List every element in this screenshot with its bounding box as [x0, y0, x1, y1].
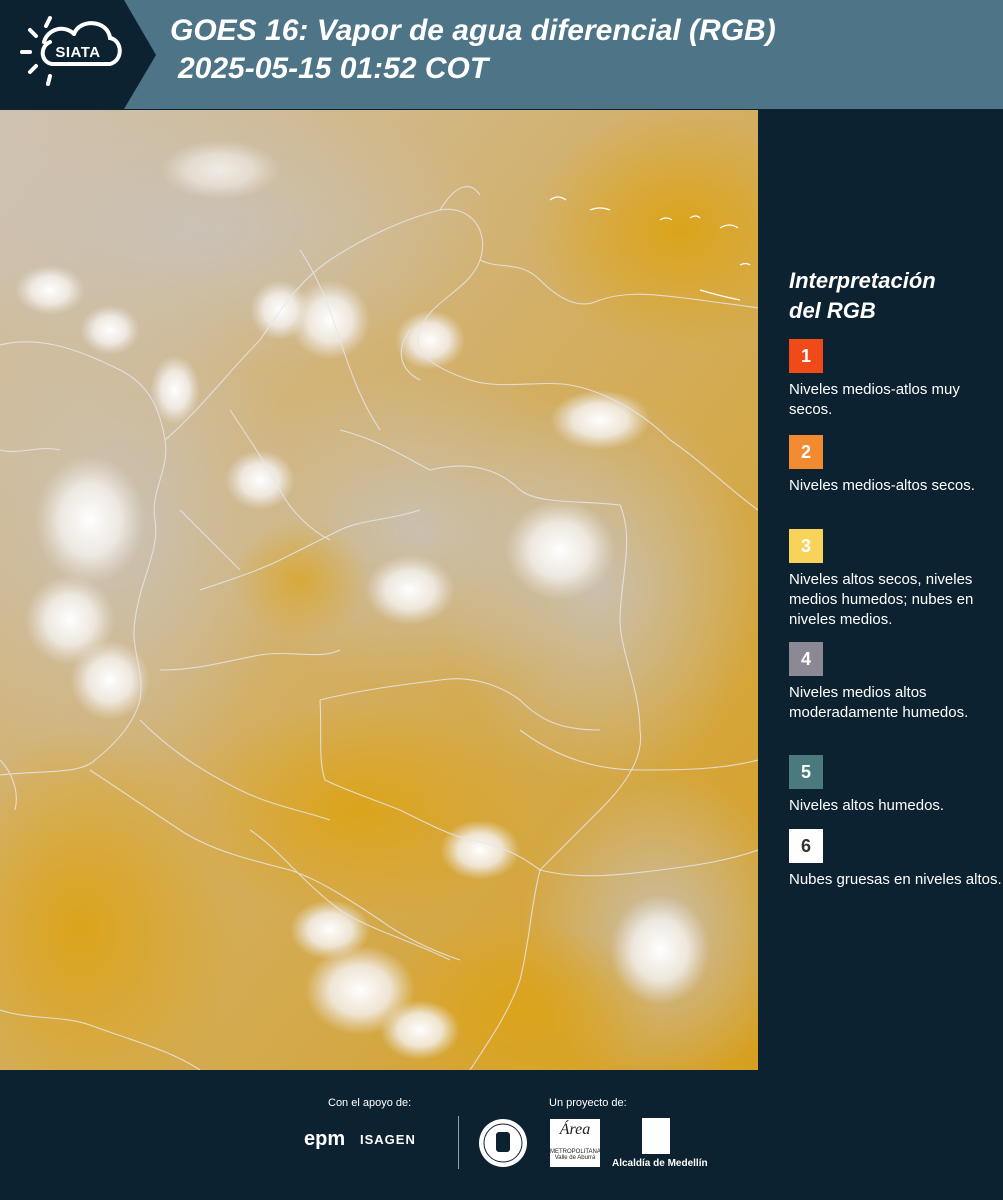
header-bar: SIATA GOES 16: Vapor de agua diferencial… [0, 0, 1003, 109]
isagen-logo: ISAGEN [360, 1132, 416, 1147]
legend-item-4: 4 Niveles medios altos moderadamente hum… [789, 642, 1003, 723]
project-label: Un proyecto de: [549, 1097, 627, 1109]
legend-swatch-5: 5 [789, 755, 823, 789]
legend-title-line2: del RGB [789, 298, 876, 323]
alcaldia-logo-text: Alcaldía de Medellín [612, 1158, 708, 1169]
legend-title-line1: Interpretación [789, 268, 936, 293]
support-label: Con el apoyo de: [328, 1097, 412, 1109]
legend-text-6: Nubes gruesas en niveles altos. [789, 871, 1002, 888]
legend-panel: Interpretación del RGB 1 Niveles medios-… [768, 110, 1003, 1070]
title-line-timestamp: 2025-05-15 01:52 COT [178, 52, 489, 85]
legend-text-1: Niveles medios-atlos muy secos. [789, 381, 960, 418]
page-title: GOES 16: Vapor de agua diferencial (RGB)… [170, 12, 990, 88]
satellite-map[interactable] [0, 110, 758, 1070]
legend-swatch-6: 6 [789, 829, 823, 863]
epm-logo: epm [304, 1128, 346, 1150]
footer-divider [458, 1116, 459, 1169]
area-logo-text: Área [559, 1121, 591, 1138]
legend-item-2: 2 Niveles medios-altos secos. [789, 435, 1003, 496]
legend-text-5: Niveles altos humedos. [789, 797, 945, 814]
legend-swatch-1: 1 [789, 339, 823, 373]
legend-text-4: Niveles medios altos moderadamente humed… [789, 684, 969, 721]
legend-title: Interpretación del RGB [789, 266, 999, 326]
alcaldia-crest-icon [642, 1118, 670, 1154]
area-metropolitana-logo: Área METROPOLITANA Valle de Aburrá [550, 1119, 601, 1167]
legend-item-5: 5 Niveles altos humedos. [789, 755, 1003, 816]
legend-item-3: 3 Niveles altos secos, niveles medios hu… [789, 529, 1003, 630]
legend-item-6: 6 Nubes gruesas en niveles altos. [789, 829, 1003, 890]
legend-swatch-4: 4 [789, 642, 823, 676]
area-logo-subtext: METROPOLITANA Valle de Aburrá [550, 1149, 601, 1161]
legend-swatch-2: 2 [789, 435, 823, 469]
legend-item-1: 1 Niveles medios-atlos muy secos. [789, 339, 1003, 420]
siata-logo: SIATA [0, 0, 158, 109]
satellite-image [0, 110, 758, 1070]
legend-text-3: Niveles altos secos, niveles medios hume… [789, 571, 974, 628]
logo-text: SIATA [55, 44, 101, 61]
title-line-product: GOES 16: Vapor de agua diferencial (RGB) [170, 14, 776, 47]
medellin-seal-icon [479, 1119, 527, 1167]
legend-text-2: Niveles medios-altos secos. [789, 477, 975, 494]
legend-swatch-3: 3 [789, 529, 823, 563]
